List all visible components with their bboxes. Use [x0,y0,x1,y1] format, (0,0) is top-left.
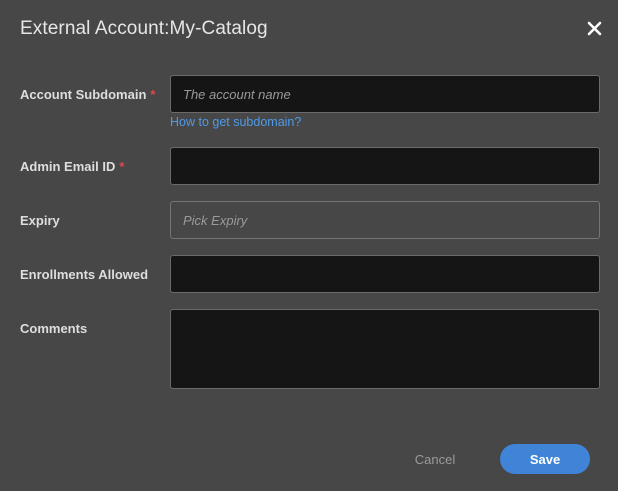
admin-email-label: Admin Email ID * [20,159,124,174]
expiry-date-picker[interactable] [170,201,600,239]
comments-label: Comments [20,321,88,336]
cancel-button[interactable]: Cancel [400,444,470,474]
subdomain-input[interactable] [170,75,600,113]
close-icon [587,21,602,36]
required-indicator: * [150,87,156,102]
expiry-label: Expiry [20,213,60,228]
save-button[interactable]: Save [500,444,590,474]
enrollments-label: Enrollments Allowed [20,267,149,282]
comments-textarea[interactable] [170,309,600,389]
external-account-dialog: External Account:My-Catalog Account Subd… [0,0,618,491]
admin-email-label-text: Admin Email ID [20,159,116,174]
admin-email-input[interactable] [170,147,600,185]
required-indicator: * [119,159,125,174]
subdomain-label-text: Account Subdomain [20,87,147,102]
close-button[interactable] [584,18,606,40]
enrollments-input[interactable] [170,255,600,293]
subdomain-help-link[interactable]: How to get subdomain? [170,115,301,129]
subdomain-label: Account Subdomain * [20,87,155,102]
dialog-title: External Account:My-Catalog [20,18,268,39]
